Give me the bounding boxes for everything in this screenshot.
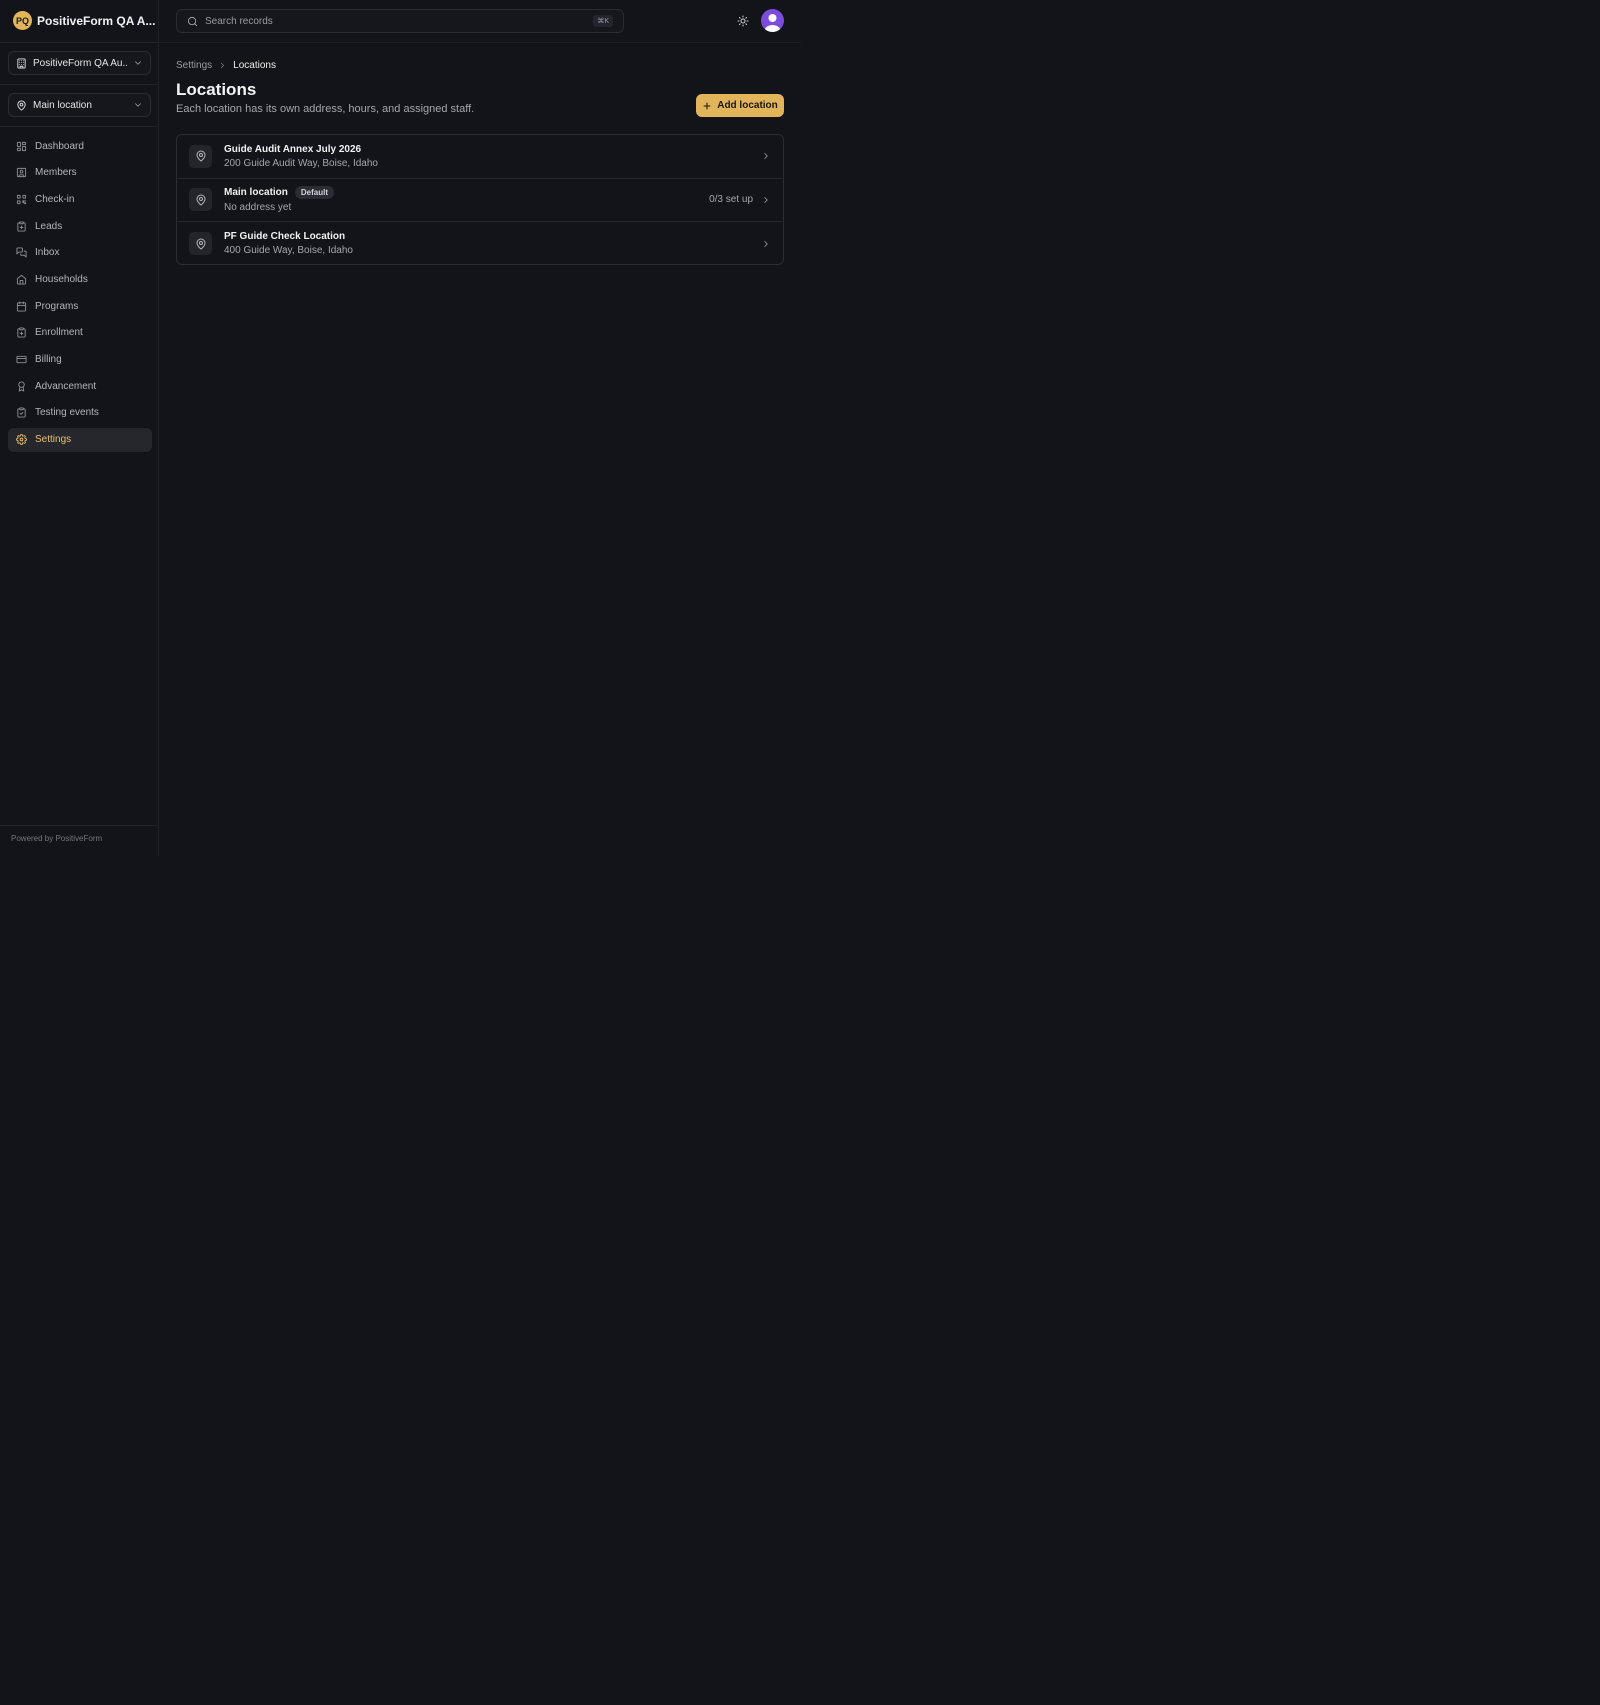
user-avatar[interactable] <box>761 9 784 32</box>
clipboard-icon <box>16 221 27 232</box>
sidebar-divider <box>0 84 159 85</box>
sidebar-item-label: Dashboard <box>35 140 84 152</box>
sidebar-item-label: Check-in <box>35 193 75 205</box>
sidebar-item-label: Testing events <box>35 407 99 419</box>
sidebar-item-label: Leads <box>35 220 63 232</box>
qr-icon <box>16 194 27 205</box>
chevron-right-icon <box>761 151 771 161</box>
building-icon <box>16 57 27 69</box>
calendar-icon <box>16 301 27 312</box>
location-row[interactable]: PF Guide Check Location 400 Guide Way, B… <box>177 222 783 264</box>
brand[interactable]: PQ PositiveForm QA A... <box>13 11 155 30</box>
members-icon <box>16 167 27 178</box>
sidebar-item-dashboard[interactable]: Dashboard <box>8 134 152 158</box>
brand-name: PositiveForm QA A... <box>37 13 156 28</box>
sidebar-divider <box>0 126 159 127</box>
topbar-divider <box>159 42 801 43</box>
breadcrumb-settings-link[interactable]: Settings <box>176 60 212 71</box>
location-row[interactable]: Main location Default No address yet 0/3… <box>177 179 783 223</box>
sidebar-divider <box>0 825 159 826</box>
sidebar-divider <box>0 42 159 43</box>
location-selector[interactable]: Main location <box>8 93 151 117</box>
map-pin-icon <box>189 144 212 168</box>
sidebar-item-members[interactable]: Members <box>8 161 152 185</box>
sidebar-item-leads[interactable]: Leads <box>8 214 152 238</box>
location-selector-label: Main location <box>33 99 92 111</box>
sidebar-item-households[interactable]: Households <box>8 267 152 291</box>
setup-progress: 0/3 set up <box>709 194 753 206</box>
sidebar-item-label: Households <box>35 273 88 285</box>
location-name: Guide Audit Annex July 2026 <box>224 143 362 155</box>
location-address: 200 Guide Audit Way, Boise, Idaho <box>224 157 378 169</box>
brand-logo: PQ <box>13 11 32 30</box>
chat-icon <box>16 247 27 258</box>
add-location-button[interactable]: Add location <box>696 94 784 117</box>
user-silhouette-icon <box>764 14 781 32</box>
theme-toggle-button[interactable] <box>737 15 749 27</box>
chevron-right-icon <box>761 195 771 205</box>
location-address: 400 Guide Way, Boise, Idaho <box>224 245 353 257</box>
sidebar-item-label: Members <box>35 167 77 179</box>
sidebar-item-testing-events[interactable]: Testing events <box>8 401 152 425</box>
sidebar-item-advancement[interactable]: Advancement <box>8 374 152 398</box>
credit-card-icon <box>16 354 27 365</box>
sidebar-item-label: Billing <box>35 354 62 365</box>
search-bar[interactable]: ⌘K <box>176 9 624 33</box>
add-location-label: Add location <box>717 100 778 111</box>
page-title: Locations <box>176 80 257 99</box>
sidebar-item-label: Advancement <box>35 380 97 392</box>
sun-icon <box>737 15 749 27</box>
plus-icon <box>702 101 712 111</box>
sidebar-item-label: Inbox <box>35 247 60 259</box>
breadcrumb-current: Locations <box>233 60 276 71</box>
org-selector-label: PositiveForm QA Au... <box>33 57 127 69</box>
chevron-right-icon <box>761 239 771 249</box>
sidebar-item-label: Enrollment <box>35 327 83 339</box>
sidebar-item-settings[interactable]: Settings <box>8 427 152 452</box>
sidebar-item-billing[interactable]: Billing <box>8 348 152 372</box>
sidebar: PQ PositiveForm QA A... PositiveForm QA … <box>0 0 159 856</box>
locations-list: Guide Audit Annex July 2026 200 Guide Au… <box>176 134 784 265</box>
location-address: No address yet <box>224 202 292 214</box>
award-icon <box>16 381 27 392</box>
map-pin-icon <box>16 99 27 111</box>
map-pin-icon <box>189 232 212 256</box>
map-pin-icon <box>189 188 212 212</box>
breadcrumb: Settings Locations <box>176 60 276 71</box>
powered-by-text: Powered by PositiveForm <box>11 834 103 843</box>
sidebar-item-label: Settings <box>35 434 72 446</box>
keyboard-shortcut-hint: ⌘K <box>593 15 613 27</box>
sidebar-nav: Dashboard Members Check-in Leads Inbox H… <box>8 134 152 454</box>
sidebar-item-enrollment[interactable]: Enrollment <box>8 321 152 345</box>
home-icon <box>16 274 27 285</box>
clipboard-check-icon <box>16 327 27 338</box>
dashboard-icon <box>16 141 27 152</box>
clipboard-check-icon <box>16 407 27 418</box>
search-icon <box>187 16 198 27</box>
sidebar-item-programs[interactable]: Programs <box>8 294 152 318</box>
location-name: PF Guide Check Location <box>224 231 346 243</box>
sidebar-item-check-in[interactable]: Check-in <box>8 187 152 211</box>
location-row[interactable]: Guide Audit Annex July 2026 200 Guide Au… <box>177 135 783 179</box>
default-badge: Default <box>294 186 335 200</box>
gear-icon <box>16 434 27 446</box>
sidebar-item-label: Programs <box>35 300 79 312</box>
sidebar-item-inbox[interactable]: Inbox <box>8 241 152 265</box>
org-selector[interactable]: PositiveForm QA Au... <box>8 51 151 75</box>
chevron-down-icon <box>133 100 143 110</box>
chevron-down-icon <box>133 58 143 68</box>
location-name: Main location <box>224 187 288 199</box>
page-subtitle: Each location has its own address, hours… <box>176 103 475 115</box>
search-input[interactable] <box>205 15 587 27</box>
chevron-right-icon <box>218 61 227 70</box>
